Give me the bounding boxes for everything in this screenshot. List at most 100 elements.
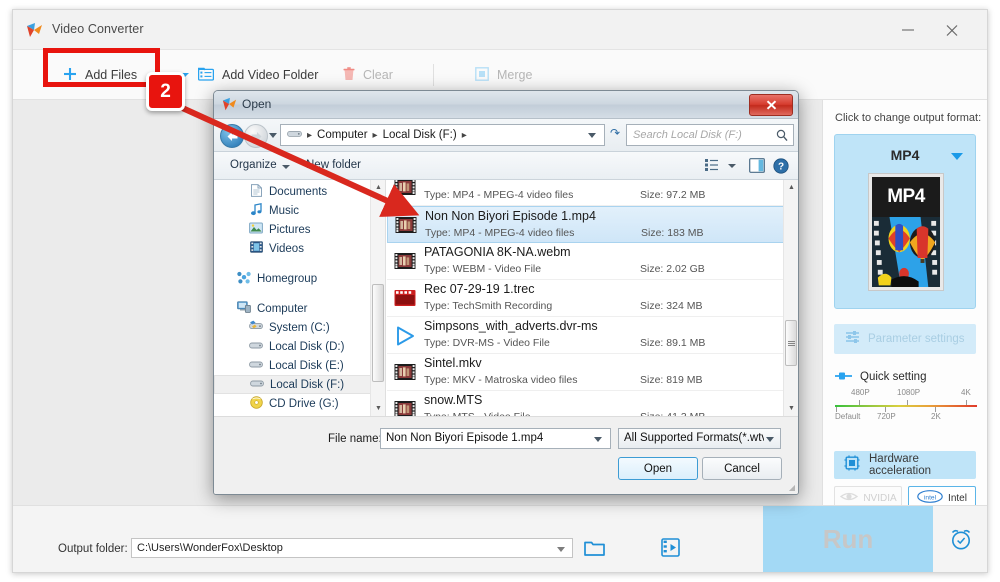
nav-item-local-disk-f[interactable]: Local Disk (F:): [214, 375, 385, 394]
file-size: Size: 97.2 MB: [640, 189, 706, 201]
run-button[interactable]: Run: [763, 506, 933, 572]
nav-item-label: Local Disk (E:): [269, 359, 344, 372]
close-icon[interactable]: [749, 94, 793, 116]
alarm-clock-icon[interactable]: [933, 506, 989, 572]
chevron-down-icon[interactable]: [766, 437, 774, 442]
refresh-icon[interactable]: ↷: [610, 126, 620, 140]
film-strip-icon: [395, 216, 417, 234]
chevron-down-icon[interactable]: [951, 153, 963, 160]
nav-item-label: Local Disk (D:): [269, 340, 345, 353]
search-input[interactable]: Search Local Disk (F:): [626, 124, 794, 146]
scroll-down-icon[interactable]: ▼: [784, 401, 798, 416]
file-row[interactable]: Type: MP4 - MPEG-4 video files Size: 97.2…: [387, 180, 798, 206]
media-folder-icon[interactable]: [661, 537, 681, 563]
cancel-button[interactable]: Cancel: [702, 457, 782, 480]
quick-setting-row[interactable]: Quick setting: [835, 368, 926, 386]
annotation-highlight-box: [43, 48, 160, 87]
chevron-down-icon[interactable]: [557, 547, 565, 552]
close-icon[interactable]: [933, 10, 973, 50]
computer-icon: [236, 301, 252, 316]
file-list[interactable]: Type: MP4 - MPEG-4 video files Size: 97.2…: [387, 180, 798, 416]
chevron-down-icon[interactable]: [594, 437, 602, 442]
breadcrumb-separator: ▸: [372, 129, 378, 141]
file-row[interactable]: Non Non Biyori Episode 1.mp4 Type: MP4 - …: [387, 206, 798, 243]
chevron-down-icon[interactable]: [588, 133, 596, 138]
nav-item-cd-drive-g[interactable]: CD Drive (G:): [214, 394, 385, 413]
slider-label-720p: 720P: [877, 412, 896, 421]
nav-item-homegroup[interactable]: Homegroup: [214, 269, 385, 288]
resize-grip-icon[interactable]: ◢: [789, 483, 795, 492]
open-button[interactable]: Open: [618, 457, 698, 480]
folder-open-icon[interactable]: [584, 539, 605, 562]
file-row[interactable]: Sintel.mkv Type: MKV - Matroska video fil…: [387, 354, 798, 391]
dialog-nav-bar: ▸ Computer ▸ Local Disk (F:) ▸ ↷ Search …: [214, 119, 798, 152]
arrow-forward-icon[interactable]: [244, 124, 268, 148]
slider-handle-icon: [835, 368, 853, 386]
file-type-filter-dropdown[interactable]: All Supported Formats(*.wtv;*.c: [618, 428, 781, 449]
scroll-up-icon[interactable]: ▲: [371, 180, 385, 195]
preview-pane-icon[interactable]: [749, 158, 765, 178]
chevron-down-icon[interactable]: [282, 165, 290, 169]
homegroup-icon: [236, 271, 252, 287]
file-size: Size: 183 MB: [641, 227, 704, 239]
nav-item-music[interactable]: Music: [214, 201, 385, 220]
nav-item-label: Homegroup: [257, 272, 318, 285]
nav-item-videos[interactable]: Videos: [214, 239, 385, 258]
file-row[interactable]: Simpsons_with_adverts.dvr-ms Type: DVR-MS…: [387, 317, 798, 354]
open-file-dialog: Open ▸ Computer ▸ Local Disk (F:) ▸ ↷ Se…: [213, 90, 799, 495]
navigation-scrollbar[interactable]: ▲ ▼: [370, 180, 385, 416]
nav-item-documents[interactable]: Documents: [214, 182, 385, 201]
parameter-settings-button[interactable]: Parameter settings: [834, 324, 976, 354]
scroll-down-icon[interactable]: ▼: [371, 401, 385, 416]
nav-item-computer[interactable]: Computer: [214, 299, 385, 318]
view-list-icon[interactable]: [704, 157, 720, 178]
breadcrumb-item-computer[interactable]: Computer: [317, 129, 368, 141]
breadcrumb-separator: ▸: [307, 129, 313, 141]
search-icon[interactable]: [776, 129, 788, 147]
minimize-icon[interactable]: [889, 10, 929, 50]
quality-slider[interactable]: 480P 1080P 4K Default 720P 2K: [835, 388, 977, 424]
folder-video-icon: [197, 67, 215, 84]
nav-item-local-disk-e[interactable]: Local Disk (E:): [214, 356, 385, 375]
nav-item-system-c[interactable]: System (C:): [214, 318, 385, 337]
output-folder-input[interactable]: C:\Users\WonderFox\Desktop: [131, 538, 573, 558]
dialog-command-bar: Organize New folder ?: [214, 152, 798, 180]
slider-bottom-labels: Default 720P 2K: [835, 412, 977, 424]
organize-button[interactable]: Organize: [230, 159, 277, 171]
trash-icon: [343, 66, 355, 84]
view-mode-caret-icon[interactable]: [728, 164, 736, 168]
title-bar: Video Converter: [13, 10, 987, 50]
file-row[interactable]: snow.MTSType: MTS - Video FileSize: 41.3…: [387, 391, 798, 416]
hardware-acceleration-button[interactable]: Hardware acceleration: [834, 451, 976, 479]
new-folder-button[interactable]: New folder: [306, 159, 361, 171]
cd-drive-icon: [248, 395, 264, 412]
navigation-pane[interactable]: Documents Music Pictures Videos Homegroup Com…: [214, 180, 386, 416]
document-icon: [248, 183, 264, 200]
nav-item-pictures[interactable]: Pictures: [214, 220, 385, 239]
clear-label: Clear: [363, 68, 393, 82]
history-dropdown-caret-icon[interactable]: [269, 133, 277, 138]
scroll-thumb[interactable]: [372, 284, 384, 382]
file-type: Type: DVR-MS - Video File: [424, 337, 550, 349]
scroll-thumb[interactable]: [785, 320, 797, 366]
arrow-back-icon[interactable]: [220, 124, 244, 148]
file-row[interactable]: Rec 07-29-19 1.trec Type: TechSmith Recor…: [387, 280, 798, 317]
file-size: Size: 819 MB: [640, 374, 703, 386]
dialog-content: Documents Music Pictures Videos Homegroup Com…: [214, 180, 798, 416]
breadcrumb[interactable]: ▸ Computer ▸ Local Disk (F:) ▸: [280, 124, 605, 146]
nav-item-label: Local Disk (F:): [270, 378, 345, 391]
scroll-up-icon[interactable]: ▲: [784, 180, 798, 195]
file-name-input[interactable]: Non Non Biyori Episode 1.mp4: [380, 428, 611, 449]
file-size: Size: 2.02 GB: [640, 263, 705, 275]
nav-item-local-disk-d[interactable]: Local Disk (D:): [214, 337, 385, 356]
nav-item-label: Documents: [269, 185, 328, 198]
file-list-scrollbar[interactable]: ▲ ▼: [783, 180, 798, 416]
slider-label-default: Default: [835, 412, 861, 421]
breadcrumb-item-local-disk-f[interactable]: Local Disk (F:): [383, 129, 457, 141]
play-triangle-icon: [394, 326, 416, 346]
help-circle-icon[interactable]: ?: [773, 158, 789, 179]
output-format-card[interactable]: MP4 MP4: [834, 134, 976, 309]
file-rows: Type: MP4 - MPEG-4 video files Size: 97.2…: [387, 180, 798, 416]
wonderfox-logo-icon: [222, 97, 237, 117]
file-row[interactable]: PATAGONIA 8K-NA.webm Type: WEBM - Video F…: [387, 243, 798, 280]
